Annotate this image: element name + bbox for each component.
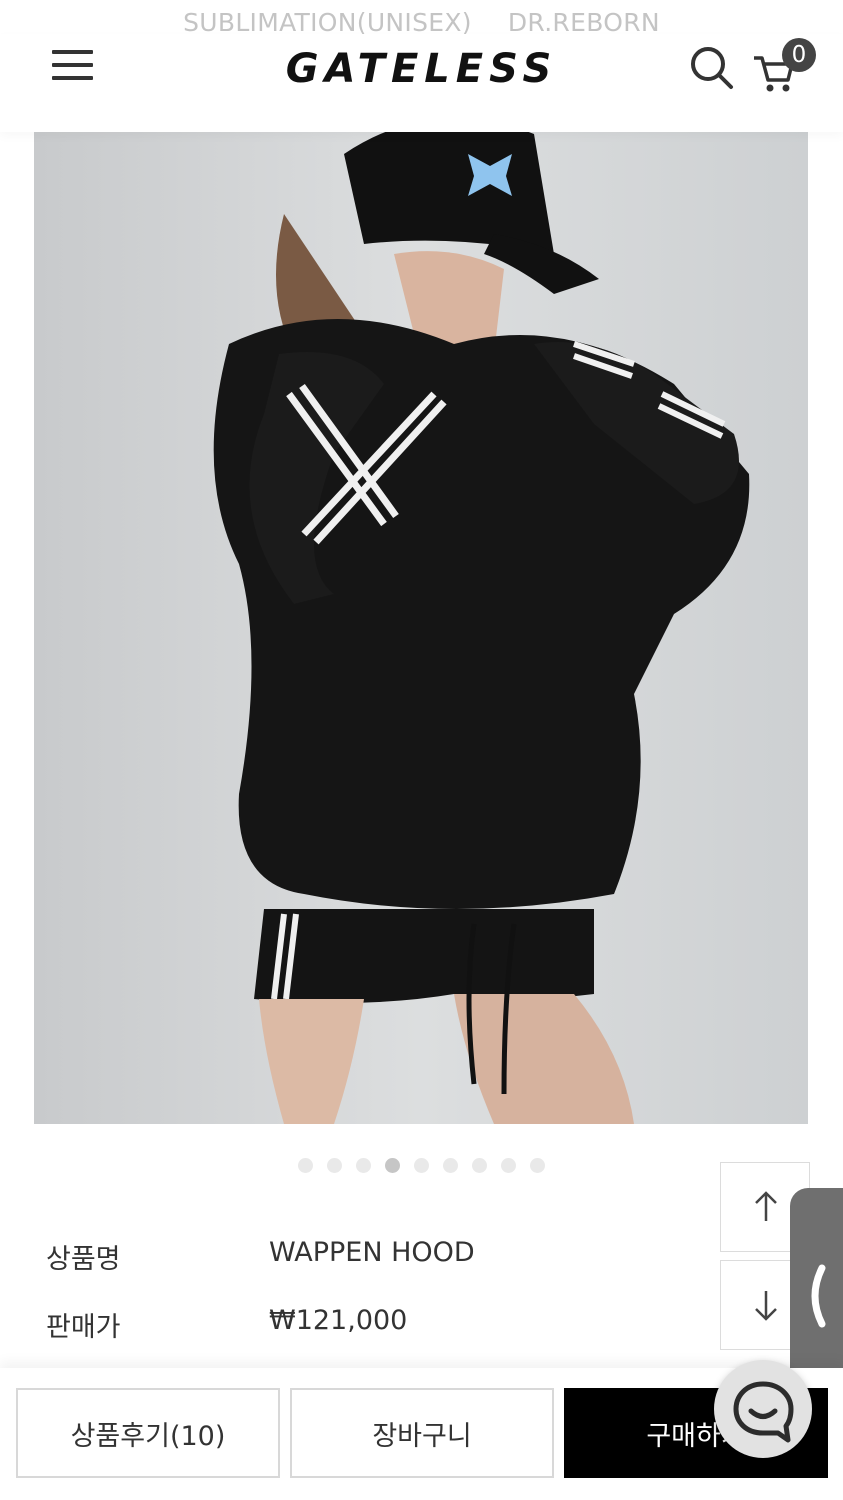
- gallery-pagination: [0, 1158, 843, 1173]
- chat-button[interactable]: [714, 1360, 812, 1458]
- chat-icon: [733, 1381, 794, 1443]
- add-to-cart-button[interactable]: 장바구니: [290, 1388, 554, 1478]
- gallery-dot-active[interactable]: [385, 1158, 400, 1173]
- gallery-dot[interactable]: [472, 1158, 487, 1173]
- gallery-dot[interactable]: [298, 1158, 313, 1173]
- gallery-dot[interactable]: [327, 1158, 342, 1173]
- reviews-button[interactable]: 상품후기(10): [16, 1388, 280, 1478]
- product-name-label: 상품명: [46, 1244, 121, 1275]
- product-price-label: 판매가: [46, 1312, 121, 1343]
- search-icon[interactable]: [688, 44, 736, 92]
- product-name: WAPPEN HOOD: [269, 1237, 475, 1268]
- gallery-dot[interactable]: [501, 1158, 516, 1173]
- cart-button[interactable]: 0: [750, 38, 820, 96]
- gallery-dot[interactable]: [356, 1158, 371, 1173]
- product-image[interactable]: [34, 94, 808, 1124]
- cart-count-badge: 0: [782, 38, 816, 72]
- gallery-dot[interactable]: [530, 1158, 545, 1173]
- site-header: GATELESS 0: [0, 34, 843, 132]
- product-price: ₩121,000: [269, 1305, 408, 1336]
- gallery-dot[interactable]: [414, 1158, 429, 1173]
- gallery-dot[interactable]: [443, 1158, 458, 1173]
